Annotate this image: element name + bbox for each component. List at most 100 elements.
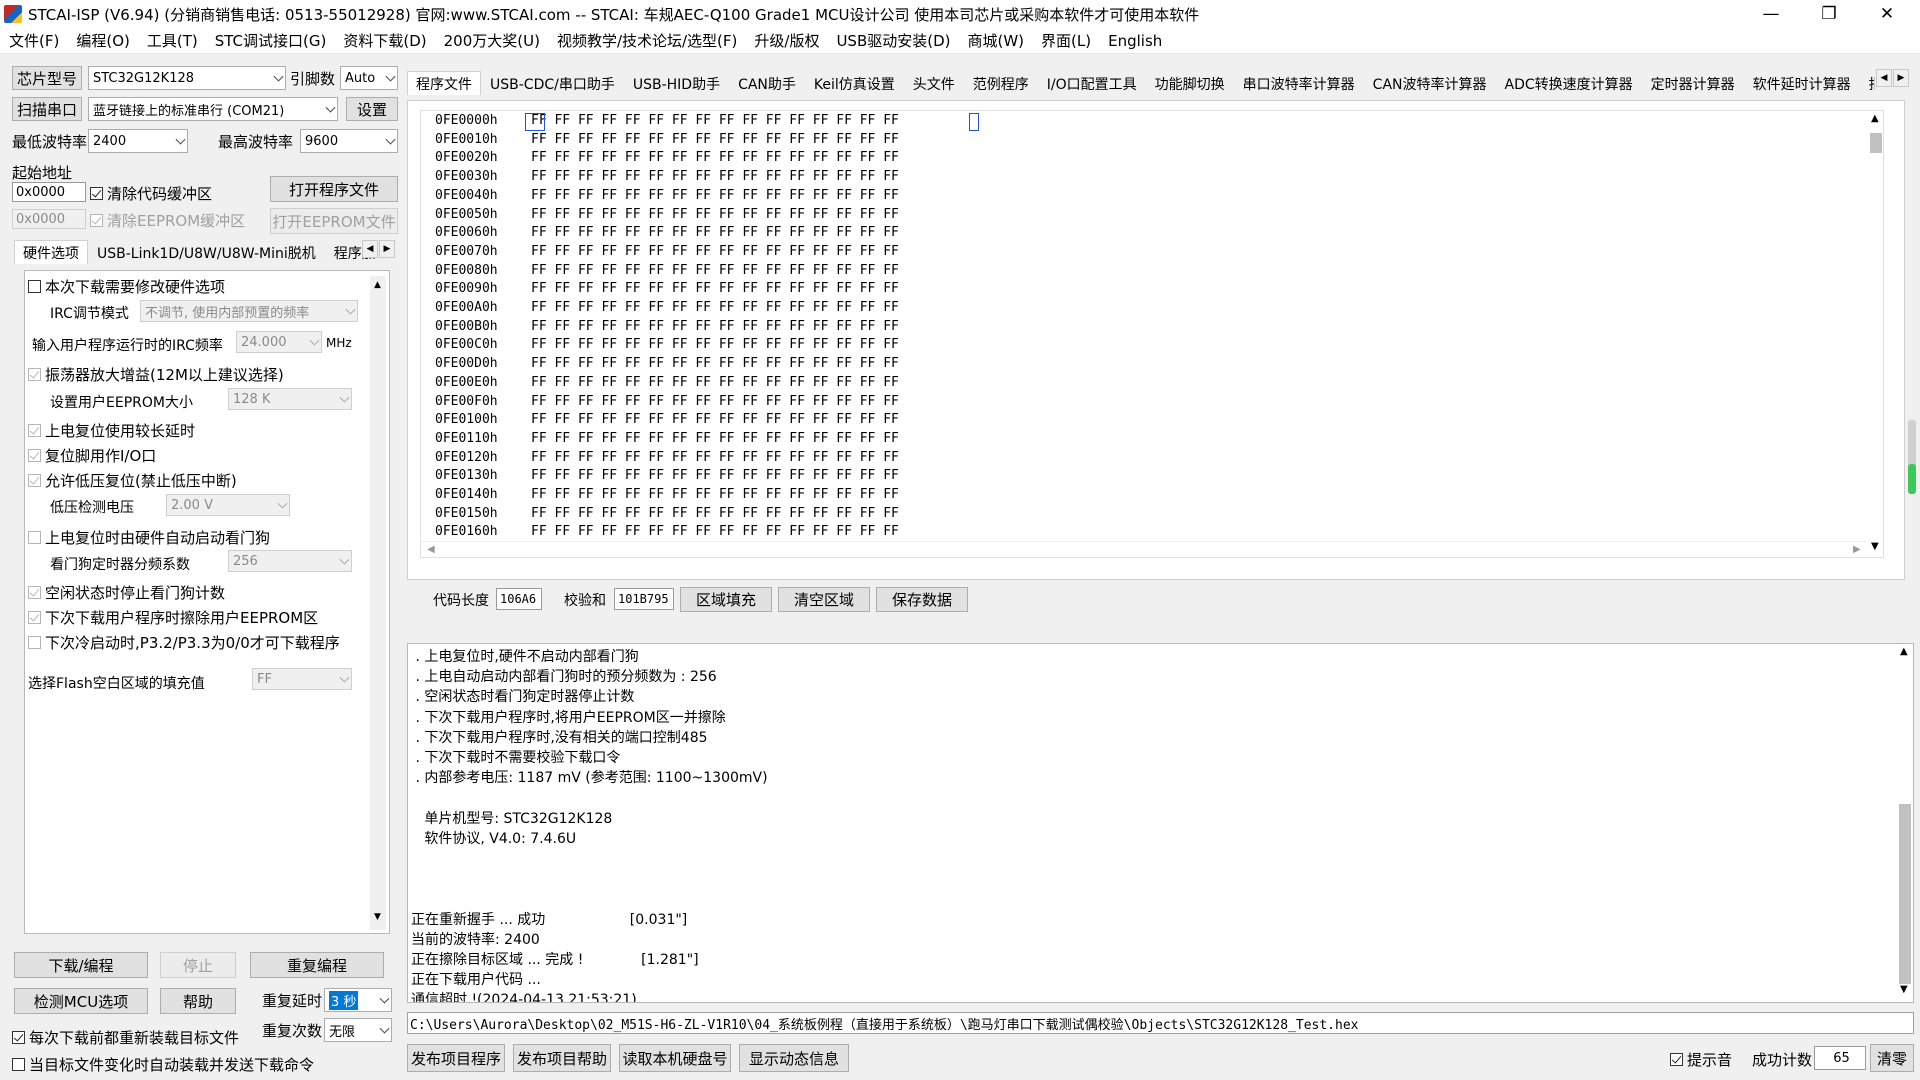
- reprogram-button[interactable]: 重复编程: [250, 952, 384, 978]
- max-baud-select[interactable]: 9600: [300, 129, 398, 153]
- long-delay-checkbox[interactable]: 上电复位使用较长延时: [28, 420, 195, 441]
- hex-hscrollbar[interactable]: ◀ ▶: [421, 541, 1867, 557]
- show-dynamic-info-button[interactable]: 显示动态信息: [739, 1044, 849, 1072]
- tab-usb-hid[interactable]: USB-HID助手: [624, 71, 729, 95]
- fill-value-select[interactable]: FF: [252, 668, 352, 690]
- clear-count-button[interactable]: 清零: [1870, 1044, 1914, 1072]
- eeprom-address-input[interactable]: 0x0000: [12, 209, 86, 229]
- menu-debug[interactable]: STC调试接口(G): [206, 30, 335, 51]
- tab-delay-calc[interactable]: 软件延时计算器: [1744, 71, 1860, 95]
- clear-region-button[interactable]: 清空区域: [778, 587, 870, 612]
- low-volt-select[interactable]: 2.00 V: [166, 494, 290, 516]
- hw-options-scrollbar[interactable]: ▲ ▼: [370, 276, 386, 930]
- repeat-count-select[interactable]: 无限: [324, 1018, 392, 1042]
- p32-p33-checkbox[interactable]: 下次冷启动时,P3.2/P3.3为0/0才可下载程序: [28, 632, 340, 653]
- tab-scroll-right-icon[interactable]: ▶: [379, 240, 395, 258]
- stop-button[interactable]: 停止: [160, 952, 236, 978]
- irc-mode-select[interactable]: 不调节, 使用内部预置的频率: [140, 300, 358, 322]
- tab-keil-sim[interactable]: Keil仿真设置: [805, 71, 904, 95]
- tab-scroll-left-icon[interactable]: ◀: [1876, 69, 1892, 87]
- wdt-div-select[interactable]: 256: [228, 550, 352, 572]
- reset-io-checkbox[interactable]: 复位脚用作I/O口: [28, 445, 156, 466]
- tab-adc-calc[interactable]: ADC转换速度计算器: [1496, 71, 1642, 95]
- menu-upgrade[interactable]: 升级/版权: [745, 30, 827, 51]
- scroll-left-icon[interactable]: ◀: [427, 544, 435, 555]
- low-volt-reset-checkbox[interactable]: 允许低压复位(禁止低压中断): [28, 470, 237, 491]
- scroll-up-icon[interactable]: ▲: [374, 280, 381, 290]
- scroll-thumb[interactable]: [1870, 133, 1882, 153]
- tab-scroll-left-icon[interactable]: ◀: [362, 240, 378, 258]
- menu-program[interactable]: 编程(O): [67, 30, 138, 51]
- open-eeprom-button[interactable]: 打开EEPROM文件: [270, 208, 398, 234]
- eeprom-size-select[interactable]: 128 K: [228, 388, 352, 410]
- download-program-button[interactable]: 下载/编程: [14, 952, 148, 978]
- clear-code-checkbox[interactable]: 清除代码缓冲区: [90, 183, 212, 204]
- menu-shop[interactable]: 商城(W): [959, 30, 1033, 51]
- tab-pin-switch[interactable]: 功能脚切换: [1146, 71, 1234, 95]
- menu-ui[interactable]: 界面(L): [1032, 30, 1099, 51]
- hex-vscrollbar[interactable]: ▲ ▼: [1867, 111, 1883, 557]
- repeat-delay-select[interactable]: 3 秒: [324, 988, 392, 1012]
- log-scrollbar[interactable]: ▲ ▼: [1896, 644, 1913, 1002]
- publish-program-button[interactable]: 发布项目程序: [407, 1044, 505, 1072]
- menu-video[interactable]: 视频教学/技术论坛/选型(F): [548, 30, 745, 51]
- menu-english[interactable]: English: [1099, 32, 1170, 50]
- tab-program-file[interactable]: 程序文件: [407, 71, 481, 95]
- menu-tools[interactable]: 工具(T): [138, 30, 206, 51]
- erase-eeprom-checkbox[interactable]: 下次下载用户程序时擦除用户EEPROM区: [28, 607, 318, 628]
- publish-help-button[interactable]: 发布项目帮助: [513, 1044, 611, 1072]
- menu-usb-driver[interactable]: USB驱动安装(D): [827, 30, 958, 51]
- sound-checkbox[interactable]: 提示音: [1670, 1049, 1732, 1070]
- pins-select[interactable]: Auto: [340, 66, 398, 90]
- tab-usb-link[interactable]: USB-Link1D/U8W/U8W-Mini脱机: [88, 240, 325, 264]
- code-address-input[interactable]: 0x0000: [12, 182, 86, 202]
- check-mcu-button[interactable]: 检测MCU选项: [14, 988, 148, 1014]
- scroll-down-icon[interactable]: ▼: [374, 912, 381, 922]
- scroll-down-icon[interactable]: ▼: [1871, 541, 1879, 552]
- menu-file[interactable]: 文件(F): [0, 30, 67, 51]
- close-button[interactable]: ✕: [1858, 0, 1916, 28]
- tab-uart-baud-calc[interactable]: 串口波特率计算器: [1234, 71, 1364, 95]
- tab-io-config[interactable]: I/O口配置工具: [1038, 71, 1146, 95]
- scroll-thumb[interactable]: [1899, 804, 1911, 984]
- minimize-button[interactable]: —: [1742, 0, 1800, 28]
- settings-button[interactable]: 设置: [346, 97, 398, 121]
- auto-send-checkbox[interactable]: 当目标文件变化时自动装载并发送下载命令: [12, 1054, 314, 1075]
- tab-more[interactable]: 指: [1860, 71, 1875, 95]
- chip-model-button[interactable]: 芯片型号: [12, 66, 82, 90]
- region-fill-button[interactable]: 区域填充: [680, 587, 772, 612]
- wdt-idle-checkbox[interactable]: 空闲状态时停止看门狗计数: [28, 582, 225, 603]
- modify-hw-checkbox[interactable]: 本次下载需要修改硬件选项: [28, 276, 225, 297]
- tab-header-file[interactable]: 头文件: [904, 71, 964, 95]
- tab-timer-calc[interactable]: 定时器计算器: [1642, 71, 1744, 95]
- clear-eeprom-checkbox[interactable]: 清除EEPROM缓冲区: [90, 210, 245, 231]
- menu-prize[interactable]: 200万大奖(U): [435, 30, 548, 51]
- irc-freq-select[interactable]: 24.000: [236, 331, 322, 353]
- scroll-up-icon[interactable]: ▲: [1900, 646, 1908, 657]
- help-button[interactable]: 帮助: [160, 988, 236, 1014]
- read-disk-button[interactable]: 读取本机硬盘号: [619, 1044, 731, 1072]
- reload-checkbox[interactable]: 每次下载前都重新装载目标文件: [12, 1027, 239, 1048]
- maximize-button[interactable]: ❐: [1800, 0, 1858, 28]
- port-select[interactable]: 蓝牙链接上的标准串行 (COM21): [88, 97, 338, 121]
- open-program-button[interactable]: 打开程序文件: [270, 176, 398, 202]
- tab-examples[interactable]: 范例程序: [964, 71, 1038, 95]
- chip-model-select[interactable]: STC32G12K128: [88, 66, 286, 90]
- pins-label: 引脚数: [290, 70, 336, 88]
- output-log[interactable]: . 上电复位时,硬件不启动内部看门狗 . 上电自动启动内部看门狗时的预分频数为 …: [407, 643, 1914, 1003]
- menu-download[interactable]: 资料下载(D): [334, 30, 434, 51]
- scroll-right-icon[interactable]: ▶: [1853, 544, 1861, 555]
- scroll-down-icon[interactable]: ▼: [1900, 984, 1908, 995]
- wdt-auto-checkbox[interactable]: 上电复位时由硬件自动启动看门狗: [28, 527, 270, 548]
- hex-view[interactable]: 0FE0000h FF FF FF FF FF FF FF FF FF FF FF…: [420, 110, 1884, 558]
- tab-can-helper[interactable]: CAN助手: [729, 71, 805, 95]
- scan-port-button[interactable]: 扫描串口: [12, 97, 82, 121]
- save-data-button[interactable]: 保存数据: [876, 587, 968, 612]
- tab-usb-cdc[interactable]: USB-CDC/串口助手: [481, 71, 624, 95]
- tab-hardware-options[interactable]: 硬件选项: [14, 240, 88, 264]
- scroll-up-icon[interactable]: ▲: [1871, 113, 1879, 124]
- tab-can-baud-calc[interactable]: CAN波特率计算器: [1364, 71, 1496, 95]
- min-baud-select[interactable]: 2400: [88, 129, 188, 153]
- osc-gain-checkbox[interactable]: 振荡器放大增益(12M以上建议选择): [28, 364, 284, 385]
- tab-scroll-right-icon[interactable]: ▶: [1893, 69, 1909, 87]
